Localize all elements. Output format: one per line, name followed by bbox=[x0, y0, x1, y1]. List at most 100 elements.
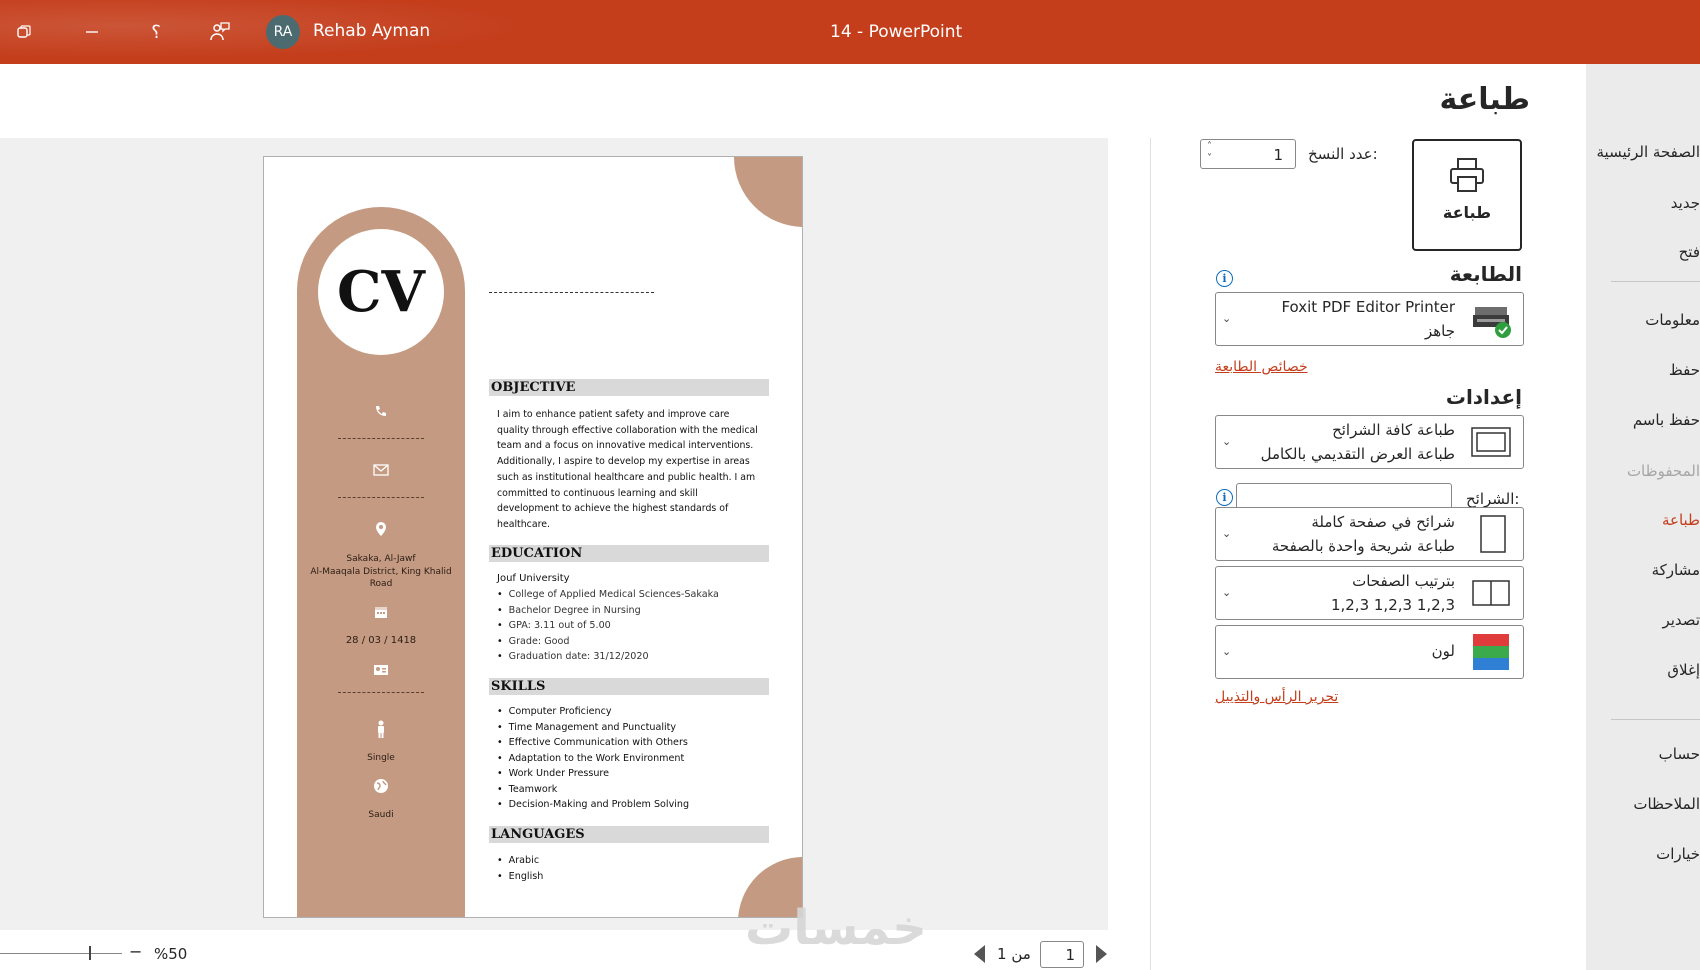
next-page-icon[interactable] bbox=[1096, 945, 1107, 963]
layout-title: شرائح في صفحة كاملة bbox=[1311, 513, 1455, 531]
avatar[interactable]: RA bbox=[266, 15, 300, 49]
slides-label: الشرائح: bbox=[1466, 490, 1520, 508]
nav-item-new[interactable]: جديد bbox=[1671, 194, 1700, 212]
printer-dropdown[interactable]: ⌄ Foxit PDF Editor Printer جاهز bbox=[1215, 292, 1524, 346]
nav-item-save-as[interactable]: حفظ باسم bbox=[1633, 411, 1700, 429]
collate-title: بترتيب الصفحات bbox=[1352, 572, 1455, 590]
list-item: Effective Communication with Others bbox=[497, 735, 767, 751]
nav-separator bbox=[1611, 281, 1700, 282]
list-item: Grade: Good bbox=[497, 634, 767, 650]
previous-page-icon[interactable] bbox=[974, 945, 985, 963]
decorative-corner-top bbox=[734, 157, 802, 227]
color-title: لون bbox=[1431, 642, 1455, 660]
page-number-value: 1 bbox=[1065, 946, 1075, 964]
minimize-icon[interactable] bbox=[78, 18, 106, 46]
color-dropdown[interactable]: ⌄ لون bbox=[1215, 625, 1524, 679]
feedback-icon[interactable] bbox=[206, 18, 234, 46]
print-button[interactable]: طباعة bbox=[1412, 139, 1522, 251]
page-title: طباعة bbox=[1439, 82, 1530, 117]
stepper-arrows-icon[interactable]: ˄ ˅ bbox=[1207, 141, 1212, 165]
person-icon bbox=[297, 720, 465, 742]
info-icon[interactable]: i bbox=[1216, 270, 1233, 287]
chevron-down-icon: ⌄ bbox=[1222, 312, 1232, 325]
user-name[interactable]: Rehab Ayman bbox=[313, 21, 430, 41]
nav-item-info[interactable]: معلومات bbox=[1645, 311, 1700, 329]
copies-stepper[interactable]: ˄ ˅ 1 bbox=[1200, 139, 1296, 169]
education-list: College of Applied Medical Sciences-Saka… bbox=[497, 587, 767, 665]
zoom-out-button[interactable]: − bbox=[129, 942, 142, 961]
globe-icon bbox=[297, 778, 465, 798]
objective-heading: OBJECTIVE bbox=[489, 379, 769, 396]
placeholder-line bbox=[338, 438, 424, 439]
zoom-slider[interactable] bbox=[0, 953, 122, 954]
objective-text: I aim to enhance patient safety and impr… bbox=[497, 409, 758, 530]
list-item: Time Management and Punctuality bbox=[497, 720, 767, 736]
nav-item-options[interactable]: خيارات bbox=[1656, 845, 1700, 863]
education-heading: EDUCATION bbox=[489, 545, 769, 562]
nav-separator bbox=[1611, 719, 1700, 720]
printer-name: Foxit PDF Editor Printer bbox=[1281, 298, 1455, 316]
zoom-level[interactable]: %50 bbox=[154, 945, 187, 963]
nav-item-save[interactable]: حفظ bbox=[1669, 361, 1700, 379]
id-card-icon bbox=[297, 664, 465, 680]
skills-heading: SKILLS bbox=[489, 678, 769, 695]
collate-icon bbox=[1472, 580, 1510, 606]
nav-item-home[interactable]: الصفحة الرئيسية bbox=[1597, 143, 1700, 161]
nav-item-open[interactable]: فتح bbox=[1679, 243, 1700, 261]
placeholder-line bbox=[338, 692, 424, 693]
phone-icon bbox=[297, 404, 465, 424]
marital-status: Single bbox=[367, 753, 395, 763]
document-title: 14 - PowerPoint bbox=[830, 22, 963, 42]
list-item: English bbox=[497, 869, 767, 885]
printer-properties-link[interactable]: خصائص الطابعة bbox=[1215, 359, 1308, 375]
page-of-label: من 1 bbox=[997, 945, 1031, 963]
cv-logo: CV bbox=[318, 229, 444, 355]
nav-item-share[interactable]: مشاركة bbox=[1652, 561, 1700, 579]
full-page-slide-icon bbox=[1480, 515, 1506, 553]
list-item: Bachelor Degree in Nursing bbox=[497, 603, 767, 619]
nav-item-close[interactable]: إغلاق bbox=[1667, 661, 1700, 679]
edit-header-footer-link[interactable]: تحرير الرأس والتذييل bbox=[1215, 689, 1338, 705]
list-item: Decision-Making and Problem Solving bbox=[497, 797, 767, 813]
help-icon[interactable]: ؟ bbox=[142, 18, 170, 46]
printer-device-icon bbox=[1473, 307, 1511, 338]
avatar-initials: RA bbox=[273, 24, 293, 40]
placeholder-line bbox=[338, 497, 424, 498]
restore-icon[interactable] bbox=[10, 18, 38, 46]
printer-status: جاهز bbox=[1424, 322, 1455, 340]
all-slides-icon bbox=[1471, 427, 1511, 457]
panel-divider bbox=[1150, 138, 1151, 970]
zoom-slider-thumb[interactable] bbox=[89, 946, 91, 960]
list-item: Computer Proficiency bbox=[497, 704, 767, 720]
nav-item-export[interactable]: تصدير bbox=[1662, 611, 1700, 629]
printer-section-title: الطابعة bbox=[1449, 262, 1522, 286]
help-glyph: ؟ bbox=[151, 21, 161, 43]
print-button-label: طباعة bbox=[1442, 203, 1492, 222]
list-item: Arabic bbox=[497, 853, 767, 869]
nav-item-feedback[interactable]: الملاحظات bbox=[1633, 795, 1700, 813]
chevron-down-icon: ⌄ bbox=[1222, 435, 1232, 448]
layout-dropdown[interactable]: ⌄ شرائح في صفحة كاملة طباعة شريحة واحدة … bbox=[1215, 507, 1524, 561]
layout-subtitle: طباعة شريحة واحدة بالصفحة bbox=[1271, 537, 1455, 555]
settings-section-title: إعدادات bbox=[1445, 385, 1522, 409]
info-icon[interactable]: i bbox=[1216, 489, 1233, 506]
copies-label: عدد النسخ: bbox=[1308, 145, 1378, 163]
birth-date: 28 / 03 / 1418 bbox=[345, 635, 417, 646]
list-item: College of Applied Medical Sciences-Saka… bbox=[497, 587, 767, 603]
calendar-icon bbox=[297, 605, 465, 623]
nav-item-print[interactable]: طباعة bbox=[1662, 511, 1700, 529]
location-icon bbox=[297, 521, 465, 541]
list-item: Work Under Pressure bbox=[497, 766, 767, 782]
collate-dropdown[interactable]: ⌄ بترتيب الصفحات 1,2,3 1,2,3 1,2,3 bbox=[1215, 566, 1524, 620]
address-line-2: Al-Maaqala District, King Khalid Road bbox=[310, 567, 452, 589]
title-bar: ؟ RA Rehab Ayman 14 - PowerPoint bbox=[0, 0, 1700, 64]
list-item: Graduation date: 31/12/2020 bbox=[497, 649, 767, 665]
nav-item-history[interactable]: المحفوظات bbox=[1627, 462, 1700, 480]
print-range-dropdown[interactable]: ⌄ طباعة كافة الشرائح طباعة العرض التقديم… bbox=[1215, 415, 1524, 469]
page-number-input[interactable]: 1 bbox=[1040, 941, 1084, 968]
nav-item-account[interactable]: حساب bbox=[1659, 745, 1700, 763]
name-placeholder-line bbox=[489, 292, 654, 293]
printer-icon bbox=[1450, 158, 1484, 192]
nationality: Saudi bbox=[368, 810, 394, 820]
email-icon bbox=[297, 464, 465, 480]
